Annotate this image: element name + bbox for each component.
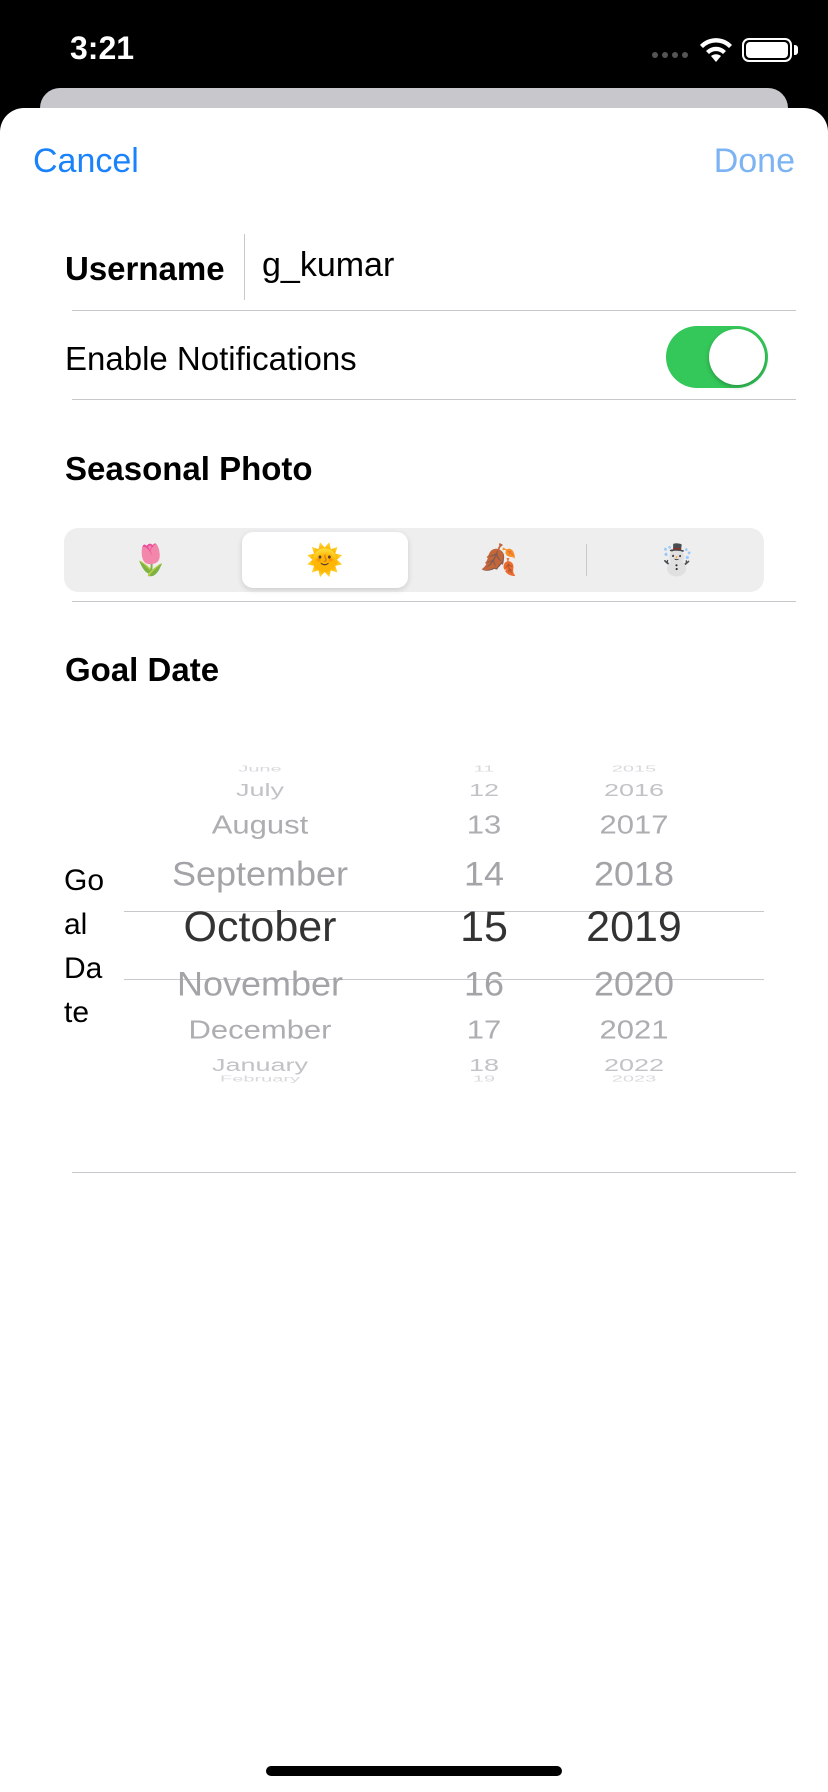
done-button[interactable]: Done bbox=[714, 142, 795, 181]
battery-tip bbox=[794, 45, 798, 55]
snowman-icon: ☃️ bbox=[658, 543, 696, 577]
segment-divider bbox=[586, 544, 587, 576]
picker-year-option[interactable]: 2021 bbox=[514, 1015, 754, 1046]
picker-year-selected[interactable]: 2019 bbox=[514, 903, 754, 952]
picker-year-option[interactable]: 2016 bbox=[514, 780, 754, 800]
goal-date-side-label: Da bbox=[64, 952, 103, 985]
notifications-toggle[interactable] bbox=[666, 326, 768, 388]
toggle-knob bbox=[709, 329, 765, 385]
goal-date-side-label: al bbox=[64, 908, 88, 941]
picker-month-option[interactable]: February bbox=[140, 1075, 380, 1084]
picker-year-option[interactable]: 2018 bbox=[514, 854, 754, 894]
separator bbox=[72, 310, 796, 311]
cellular-signal-icon bbox=[652, 52, 688, 58]
username-input[interactable]: g_kumar bbox=[262, 246, 394, 285]
picker-year-option[interactable]: 2015 bbox=[514, 765, 754, 774]
wifi-icon bbox=[700, 38, 732, 62]
username-label: Username bbox=[65, 250, 225, 287]
segment-summer[interactable]: 🌞 bbox=[242, 532, 408, 588]
separator bbox=[72, 399, 796, 400]
picker-month-option[interactable]: December bbox=[140, 1015, 380, 1046]
picker-month-selected[interactable]: October bbox=[140, 903, 380, 952]
battery-icon bbox=[742, 38, 792, 62]
picker-year-option[interactable]: 2017 bbox=[514, 810, 754, 841]
picker-year-option[interactable]: 2020 bbox=[514, 964, 754, 1004]
segment-autumn[interactable]: 🍂 bbox=[416, 532, 582, 588]
sun-icon: 🌞 bbox=[306, 543, 344, 577]
picker-year-option[interactable]: 2022 bbox=[514, 1055, 754, 1075]
picker-year-option[interactable]: 2023 bbox=[514, 1075, 754, 1084]
date-picker[interactable]: June July August September October November De… bbox=[124, 760, 764, 1122]
home-indicator bbox=[266, 1766, 562, 1776]
separator bbox=[72, 1172, 796, 1173]
season-segmented-control: 🌷 🌞 🍂 ☃️ bbox=[64, 528, 764, 592]
picker-month-option[interactable]: January bbox=[140, 1055, 380, 1075]
picker-month-option[interactable]: July bbox=[140, 780, 380, 800]
segment-spring[interactable]: 🌷 bbox=[68, 532, 234, 588]
picker-month-option[interactable]: September bbox=[140, 854, 380, 894]
tulip-icon: 🌷 bbox=[132, 543, 170, 577]
status-time: 3:21 bbox=[70, 30, 135, 66]
seasonal-photo-label: Seasonal Photo bbox=[65, 450, 313, 487]
goal-date-side-label: Go bbox=[64, 864, 105, 897]
separator bbox=[72, 601, 796, 602]
username-divider bbox=[244, 234, 245, 300]
picker-month-option[interactable]: August bbox=[140, 810, 380, 841]
goal-date-header: Goal Date bbox=[65, 651, 220, 688]
cancel-button[interactable]: Cancel bbox=[33, 142, 139, 181]
picker-month-option[interactable]: June bbox=[140, 765, 380, 774]
fallen-leaf-icon: 🍂 bbox=[480, 543, 518, 577]
segment-winter[interactable]: ☃️ bbox=[594, 532, 760, 588]
goal-date-side-label: te bbox=[64, 996, 90, 1029]
picker-month-option[interactable]: November bbox=[140, 964, 380, 1004]
notifications-label: Enable Notifications bbox=[65, 340, 357, 377]
